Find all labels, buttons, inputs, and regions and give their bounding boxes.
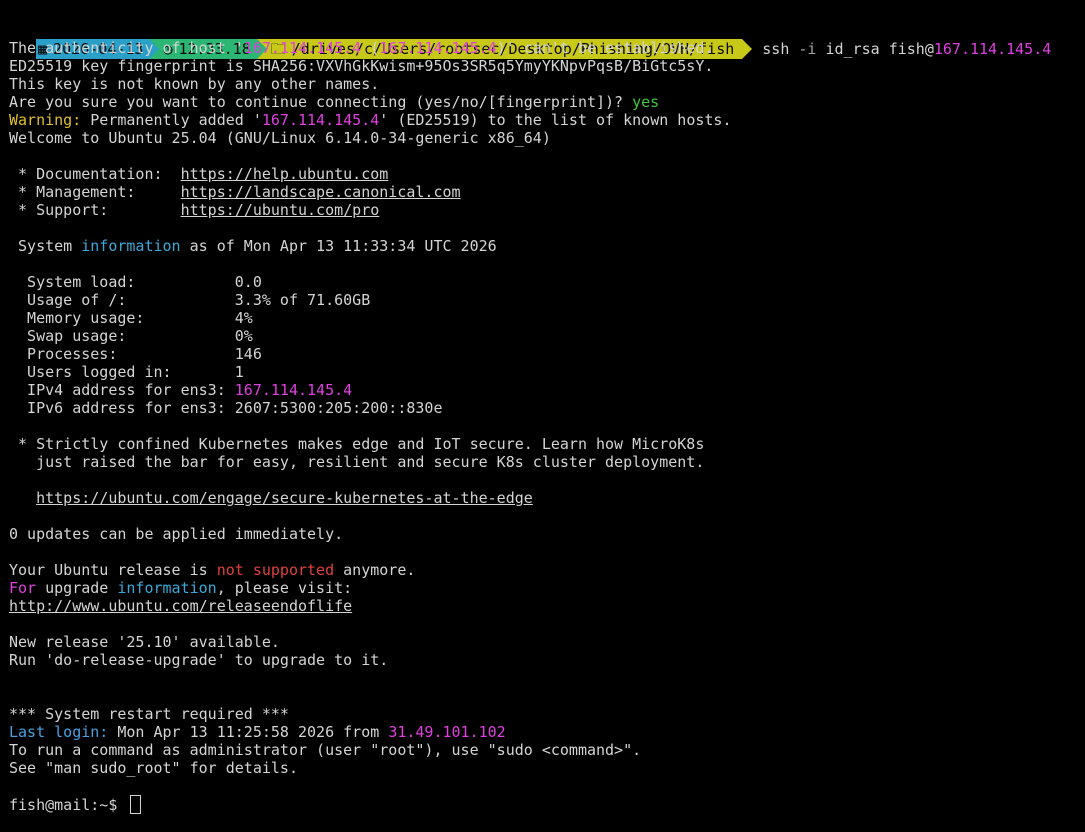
doc-line: * Documentation: https://help.ubuntu.com xyxy=(9,165,389,183)
ipv4-address: IPv4 address for ens3: 167.114.145.4 xyxy=(9,381,353,399)
k8s-link-line: https://ubuntu.com/engage/secure-kuberne… xyxy=(9,489,533,507)
segment-separator xyxy=(742,39,753,59)
management-link[interactable]: https://landscape.canonical.com xyxy=(181,183,461,201)
welcome-line: Welcome to Ubuntu 25.04 (GNU/Linux 6.14.… xyxy=(9,129,551,147)
text-cursor[interactable] xyxy=(130,795,142,814)
updates-line: 0 updates can be applied immediately. xyxy=(9,525,344,543)
upgrade-info-line: For upgrade information, please visit: xyxy=(9,579,353,597)
warning-line: Warning: Permanently added '167.114.145.… xyxy=(9,111,732,129)
memory-usage: Memory usage: 4% xyxy=(9,309,253,327)
swap-usage: Swap usage: 0% xyxy=(9,327,253,345)
auth-line-3: This key is not known by any other names… xyxy=(9,75,380,93)
shell-prompt: fish@mail:~$ xyxy=(9,796,127,814)
support-link[interactable]: https://ubuntu.com/pro xyxy=(181,201,380,219)
run-upgrade-line: Run 'do-release-upgrade' to upgrade to i… xyxy=(9,651,389,669)
documentation-link[interactable]: https://help.ubuntu.com xyxy=(181,165,389,183)
disk-usage: Usage of /: 3.3% of 71.60GB xyxy=(9,291,371,309)
shell-prompt-line[interactable]: fish@mail:~$ xyxy=(9,795,142,814)
prompt-bar: ▦ 2026-04-13 ◷ 12:33.18 🗀/drives/c/Users/roo… xyxy=(0,21,1051,59)
k8s-link[interactable]: https://ubuntu.com/engage/secure-kuberne… xyxy=(36,489,533,507)
new-release-line: New release '25.10' available. xyxy=(9,633,280,651)
process-count: Processes: 146 xyxy=(9,345,262,363)
users-logged-in: Users logged in: 1 xyxy=(9,363,244,381)
command-text: ssh -i id_rsa fish@167.114.145.4 xyxy=(762,40,1052,58)
system-load: System load: 0.0 xyxy=(9,273,262,291)
last-login-line: Last login: Mon Apr 13 11:25:58 2026 fro… xyxy=(9,723,506,741)
eol-link-line: http://www.ubuntu.com/releaseendoflife xyxy=(9,597,352,615)
terminal-window[interactable]: ▦ 2026-04-13 ◷ 12:33.18 🗀/drives/c/Users/roo… xyxy=(0,0,1085,832)
release-status-line: Your Ubuntu release is not supported any… xyxy=(9,561,416,579)
k8s-line-1: * Strictly confined Kubernetes makes edg… xyxy=(9,435,705,453)
support-line: * Support: https://ubuntu.com/pro xyxy=(9,201,380,219)
release-eol-link[interactable]: http://www.ubuntu.com/releaseendoflife xyxy=(9,597,352,615)
man-hint-line: See "man sudo_root" for details. xyxy=(9,759,298,777)
sudo-hint-line: To run a command as administrator (user … xyxy=(9,741,642,759)
restart-required-line: *** System restart required *** xyxy=(9,705,289,723)
confirm-line: Are you sure you want to continue connec… xyxy=(9,93,660,111)
mgmt-line: * Management: https://landscape.canonica… xyxy=(9,183,461,201)
auth-line-1: The authenticity of host '167.114.145.4 … xyxy=(9,39,714,57)
fingerprint-line: ED25519 key fingerprint is SHA256:VXVhGk… xyxy=(9,57,714,75)
ipv6-address: IPv6 address for ens3: 2607:5300:205:200… xyxy=(9,399,443,417)
k8s-line-2: just raised the bar for easy, resilient … xyxy=(9,453,705,471)
sysinfo-header: System information as of Mon Apr 13 11:3… xyxy=(9,237,497,255)
